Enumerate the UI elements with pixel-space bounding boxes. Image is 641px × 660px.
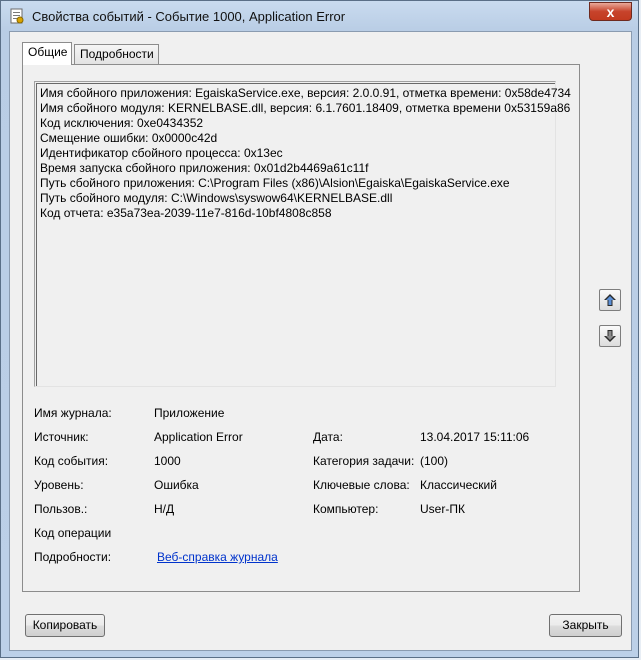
log-name-value: Приложение	[154, 406, 225, 420]
event-properties-window: Свойства событий - Событие 1000, Applica…	[0, 0, 639, 658]
window-close-button[interactable]: x	[589, 2, 632, 21]
keywords-label: Ключевые слова:	[313, 478, 410, 492]
description-line: Время запуска сбойного приложения: 0x01d…	[40, 161, 369, 175]
date-label: Дата:	[313, 430, 343, 444]
user-value: Н/Д	[154, 502, 175, 516]
event-viewer-icon	[9, 8, 25, 24]
description-line: Имя сбойного приложения: EgaiskaService.…	[40, 86, 571, 100]
date-value: 13.04.2017 15:11:06	[420, 430, 530, 444]
source-label: Источник:	[34, 430, 89, 444]
description-line: Код исключения: 0xe0434352	[40, 116, 204, 130]
window-title: Свойства событий - Событие 1000, Applica…	[32, 9, 346, 24]
user-label: Пользов.:	[34, 502, 88, 516]
previous-event-button[interactable]	[599, 289, 621, 311]
copy-button[interactable]: Копировать	[25, 614, 105, 637]
description-line: Имя сбойного модуля: KERNELBASE.dll, вер…	[40, 101, 571, 115]
computer-label: Компьютер:	[313, 502, 379, 516]
title-bar[interactable]: Свойства событий - Событие 1000, Applica…	[1, 1, 638, 31]
event-description-box[interactable]: Имя сбойного приложения: EgaiskaService.…	[34, 81, 571, 387]
task-category-label: Категория задачи:	[313, 454, 415, 468]
event-id-value: 1000	[154, 454, 181, 468]
close-icon: x	[606, 4, 615, 20]
keywords-value: Классический	[420, 478, 497, 492]
tab-details[interactable]: Подробности	[74, 44, 159, 64]
source-value: Application Error	[154, 430, 243, 444]
next-event-button[interactable]	[599, 325, 621, 347]
task-category-value: (100)	[420, 454, 449, 468]
computer-value: User-ПК	[420, 502, 465, 516]
tab-general[interactable]: Общие	[22, 42, 72, 65]
tab-panel-general: Имя сбойного приложения: EgaiskaService.…	[22, 64, 580, 592]
event-log-help-link[interactable]: Веб-справка журнала	[157, 550, 278, 564]
description-line: Код отчета: e35a73ea-2039-11e7-816d-10bf…	[40, 206, 332, 220]
description-line: Идентификатор сбойного процесса: 0x13ec	[40, 146, 283, 160]
log-name-label: Имя журнала:	[34, 406, 112, 420]
dialog-client-area: Общие Подробности Имя сбойного приложени…	[9, 31, 632, 651]
details-label: Подробности:	[34, 550, 112, 564]
description-line: Путь сбойного приложения: C:\Program Fil…	[40, 176, 510, 190]
description-line: Смещение ошибки: 0x0000c42d	[40, 131, 218, 145]
description-line: Путь сбойного модуля: C:\Windows\syswow6…	[40, 191, 393, 205]
close-button[interactable]: Закрыть	[549, 614, 622, 637]
level-label: Уровень:	[34, 478, 84, 492]
opcode-label: Код операции	[34, 526, 112, 540]
event-id-label: Код события:	[34, 454, 109, 468]
level-value: Ошибка	[154, 478, 199, 492]
